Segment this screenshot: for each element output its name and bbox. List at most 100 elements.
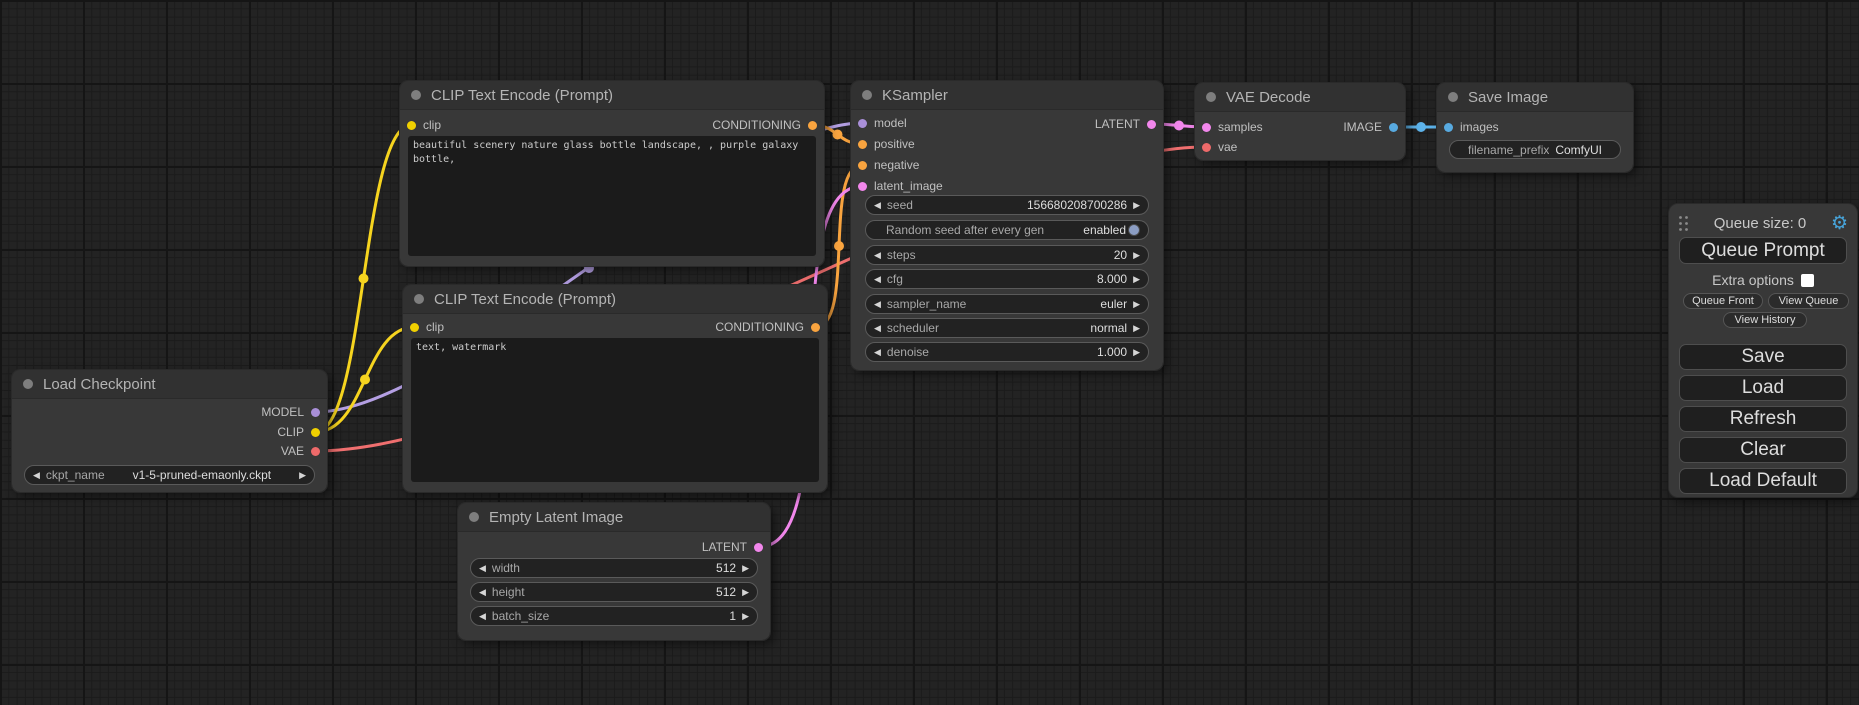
- decrement-arrow-icon[interactable]: ◀: [874, 200, 881, 211]
- port-clip-input[interactable]: clip: [407, 115, 441, 135]
- port-conditioning-output[interactable]: CONDITIONING: [712, 115, 817, 135]
- increment-arrow-icon[interactable]: ▶: [1133, 323, 1140, 334]
- port-latent-output[interactable]: LATENT: [1095, 114, 1156, 134]
- extra-options-checkbox[interactable]: [1801, 274, 1814, 287]
- widget-batch-size[interactable]: ◀ batch_size 1 ▶: [470, 606, 758, 626]
- node-empty-latent-image[interactable]: Empty Latent Image LATENT ◀ width 512 ▶ …: [458, 503, 770, 640]
- decrement-arrow-icon[interactable]: ◀: [874, 274, 881, 285]
- node-clip-text-encode-positive[interactable]: CLIP Text Encode (Prompt) clip CONDITION…: [400, 81, 824, 266]
- conditioning-port-icon[interactable]: [858, 161, 867, 170]
- port-model-input[interactable]: model: [858, 113, 907, 133]
- decrement-arrow-icon[interactable]: ◀: [874, 323, 881, 334]
- model-port-icon[interactable]: [311, 408, 320, 417]
- port-samples-input[interactable]: samples: [1202, 117, 1263, 137]
- collapse-dot-icon[interactable]: [411, 90, 421, 100]
- node-vae-decode[interactable]: VAE Decode samples vae IMAGE: [1195, 83, 1405, 160]
- port-positive-input[interactable]: positive: [858, 134, 915, 154]
- decrement-arrow-icon[interactable]: ◀: [479, 611, 486, 622]
- node-title-bar[interactable]: Save Image: [1437, 83, 1633, 112]
- drag-handle-icon[interactable]: [1678, 215, 1689, 232]
- decrement-arrow-icon[interactable]: ◀: [874, 299, 881, 310]
- increment-arrow-icon[interactable]: ▶: [1133, 200, 1140, 211]
- port-clip-input[interactable]: clip: [410, 317, 444, 337]
- node-clip-text-encode-negative[interactable]: CLIP Text Encode (Prompt) clip CONDITION…: [403, 285, 827, 492]
- port-image-output[interactable]: IMAGE: [1343, 117, 1398, 137]
- widget-ckpt-name[interactable]: ◀ ckpt_name v1-5-pruned-emaonly.ckpt ▶: [24, 465, 315, 485]
- decrement-arrow-icon[interactable]: ◀: [479, 563, 486, 574]
- clip-port-icon[interactable]: [410, 323, 419, 332]
- increment-arrow-icon[interactable]: ▶: [742, 563, 749, 574]
- node-title-bar[interactable]: VAE Decode: [1195, 83, 1405, 112]
- widget-denoise[interactable]: ◀ denoise 1.000 ▶: [865, 342, 1149, 362]
- conditioning-port-icon[interactable]: [811, 323, 820, 332]
- increment-arrow-icon[interactable]: ▶: [1133, 347, 1140, 358]
- latent-port-icon[interactable]: [1202, 123, 1211, 132]
- node-title-bar[interactable]: Load Checkpoint: [12, 370, 327, 399]
- node-load-checkpoint[interactable]: Load Checkpoint MODEL CLIP VAE ◀ ckpt_na…: [12, 370, 327, 492]
- decrement-arrow-icon[interactable]: ◀: [874, 250, 881, 261]
- widget-control-after-generate[interactable]: Random seed after every gen enabled: [865, 220, 1149, 240]
- save-button[interactable]: Save: [1679, 344, 1847, 370]
- widget-cfg[interactable]: ◀ cfg 8.000 ▶: [865, 269, 1149, 289]
- node-title-bar[interactable]: CLIP Text Encode (Prompt): [400, 81, 824, 110]
- node-title-bar[interactable]: Empty Latent Image: [458, 503, 770, 532]
- conditioning-port-icon[interactable]: [858, 140, 867, 149]
- vae-port-icon[interactable]: [1202, 143, 1211, 152]
- prompt-text-area[interactable]: text, watermark: [411, 338, 819, 482]
- increment-arrow-icon[interactable]: ▶: [742, 587, 749, 598]
- latent-port-icon[interactable]: [754, 543, 763, 552]
- collapse-dot-icon[interactable]: [862, 90, 872, 100]
- port-clip-output[interactable]: CLIP: [277, 422, 320, 442]
- port-latent-image-input[interactable]: latent_image: [858, 176, 943, 196]
- clip-port-icon[interactable]: [311, 428, 320, 437]
- load-button[interactable]: Load: [1679, 375, 1847, 401]
- decrement-arrow-icon[interactable]: ◀: [479, 587, 486, 598]
- widget-width[interactable]: ◀ width 512 ▶: [470, 558, 758, 578]
- port-images-input[interactable]: images: [1444, 117, 1499, 137]
- widget-filename-prefix[interactable]: filename_prefix ComfyUI: [1449, 140, 1621, 159]
- increment-arrow-icon[interactable]: ▶: [1133, 274, 1140, 285]
- node-ksampler[interactable]: KSampler model positive negative latent_…: [851, 81, 1163, 370]
- decrement-arrow-icon[interactable]: ◀: [33, 470, 40, 481]
- node-save-image[interactable]: Save Image images filename_prefix ComfyU…: [1437, 83, 1633, 172]
- collapse-dot-icon[interactable]: [23, 379, 33, 389]
- settings-gear-icon[interactable]: ⚙: [1831, 214, 1848, 233]
- latent-port-icon[interactable]: [1147, 120, 1156, 129]
- increment-arrow-icon[interactable]: ▶: [299, 470, 306, 481]
- port-vae-output[interactable]: VAE: [281, 441, 320, 461]
- increment-arrow-icon[interactable]: ▶: [1133, 250, 1140, 261]
- node-title-bar[interactable]: KSampler: [851, 81, 1163, 110]
- widget-seed[interactable]: ◀ seed 156680208700286 ▶: [865, 195, 1149, 215]
- model-port-icon[interactable]: [858, 119, 867, 128]
- widget-height[interactable]: ◀ height 512 ▶: [470, 582, 758, 602]
- widget-sampler-name[interactable]: ◀ sampler_name euler ▶: [865, 294, 1149, 314]
- port-conditioning-output[interactable]: CONDITIONING: [715, 317, 820, 337]
- increment-arrow-icon[interactable]: ▶: [742, 611, 749, 622]
- latent-port-icon[interactable]: [858, 182, 867, 191]
- clip-port-icon[interactable]: [407, 121, 416, 130]
- queue-front-button[interactable]: Queue Front: [1683, 293, 1763, 309]
- widget-steps[interactable]: ◀ steps 20 ▶: [865, 245, 1149, 265]
- widget-scheduler[interactable]: ◀ scheduler normal ▶: [865, 318, 1149, 338]
- node-graph-canvas[interactable]: Load Checkpoint MODEL CLIP VAE ◀ ckpt_na…: [0, 0, 1859, 705]
- increment-arrow-icon[interactable]: ▶: [1133, 299, 1140, 310]
- conditioning-port-icon[interactable]: [808, 121, 817, 130]
- collapse-dot-icon[interactable]: [414, 294, 424, 304]
- toggle-enabled-icon[interactable]: [1128, 224, 1140, 236]
- load-default-button[interactable]: Load Default: [1679, 468, 1847, 494]
- node-title-bar[interactable]: CLIP Text Encode (Prompt): [403, 285, 827, 314]
- refresh-button[interactable]: Refresh: [1679, 406, 1847, 432]
- collapse-dot-icon[interactable]: [1206, 92, 1216, 102]
- queue-panel[interactable]: Queue size: 0 ⚙ Queue Prompt Extra optio…: [1668, 203, 1858, 498]
- image-port-icon[interactable]: [1389, 123, 1398, 132]
- port-negative-input[interactable]: negative: [858, 155, 919, 175]
- port-model-output[interactable]: MODEL: [261, 402, 320, 422]
- view-history-button[interactable]: View History: [1723, 312, 1807, 328]
- view-queue-button[interactable]: View Queue: [1768, 293, 1849, 309]
- port-latent-output[interactable]: LATENT: [702, 537, 763, 557]
- prompt-text-area[interactable]: beautiful scenery nature glass bottle la…: [408, 136, 816, 256]
- collapse-dot-icon[interactable]: [469, 512, 479, 522]
- vae-port-icon[interactable]: [311, 447, 320, 456]
- clear-button[interactable]: Clear: [1679, 437, 1847, 463]
- collapse-dot-icon[interactable]: [1448, 92, 1458, 102]
